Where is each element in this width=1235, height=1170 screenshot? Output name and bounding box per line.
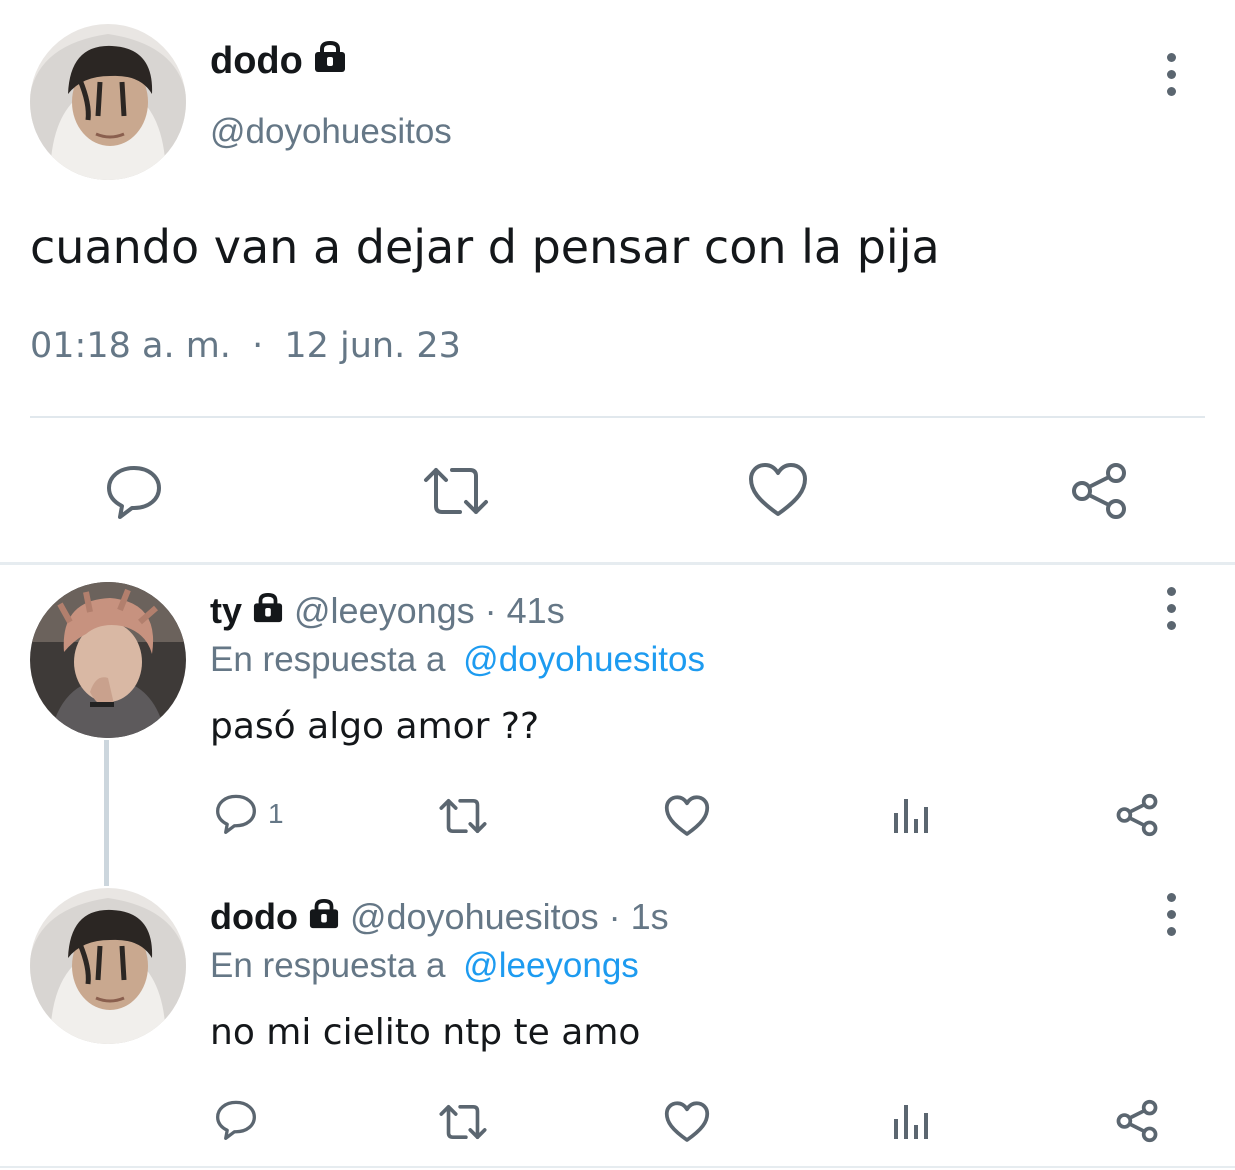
like-button[interactable] — [748, 462, 808, 518]
share-button[interactable] — [1068, 460, 1130, 522]
meta-separator: · — [252, 326, 264, 366]
more-vert-icon[interactable] — [1151, 578, 1191, 638]
reply-text: no mi cielito ntp te amo — [210, 1012, 641, 1053]
reply-age: · 41s — [484, 590, 565, 631]
analytics-button[interactable] — [892, 795, 932, 835]
author-handle[interactable]: @doyohuesitos — [210, 112, 452, 152]
like-icon — [664, 1101, 710, 1142]
tweet-meta: 01:18 a. m. · 12 jun. 23 — [30, 326, 461, 366]
lock-icon — [308, 896, 340, 938]
analytics-button[interactable] — [892, 1101, 932, 1141]
reply-header: dodo @doyohuesitos · 1s — [210, 896, 669, 938]
share-icon — [1072, 463, 1126, 519]
reply-author-name: ty — [210, 590, 243, 631]
retweet-icon — [439, 798, 487, 834]
analytics-icon — [894, 799, 928, 833]
reply-prefix: En respuesta a — [210, 946, 446, 985]
lock-icon — [252, 590, 284, 632]
retweet-button[interactable] — [438, 1101, 488, 1143]
like-icon — [664, 795, 710, 836]
reply-context: En respuesta a @leeyongs — [210, 946, 639, 986]
tweet-date: 12 jun. 23 — [284, 326, 461, 366]
reply-icon — [216, 1100, 256, 1140]
retweet-icon — [439, 1104, 487, 1140]
reply-icon — [216, 794, 256, 834]
share-icon — [1116, 793, 1158, 837]
share-button[interactable] — [1114, 792, 1160, 838]
author-name: dodo — [210, 40, 347, 83]
author-name-text: dodo — [210, 40, 303, 82]
section-divider — [0, 562, 1235, 565]
bottom-divider — [0, 1166, 1235, 1168]
reply-context: En respuesta a @doyohuesitos — [210, 640, 705, 680]
reply-text: pasó algo amor ?? — [210, 706, 540, 747]
tweet-time: 01:18 a. m. — [30, 326, 231, 366]
reply-author-handle[interactable]: @doyohuesitos — [350, 896, 599, 938]
reply-button[interactable] — [214, 1098, 258, 1142]
like-button[interactable] — [664, 795, 710, 837]
more-vert-icon[interactable] — [1151, 884, 1191, 944]
avatar-dodo[interactable] — [30, 24, 186, 180]
tweet-text: cuando van a dejar d pensar con la pija — [30, 220, 940, 274]
divider — [30, 416, 1205, 418]
reply-to-link[interactable]: @leeyongs — [463, 946, 639, 985]
reply-icon — [107, 466, 161, 519]
avatar-dodo[interactable] — [30, 888, 186, 1044]
reply-to-link[interactable]: @doyohuesitos — [463, 640, 705, 679]
thread-line — [104, 740, 109, 886]
like-icon — [749, 463, 807, 516]
like-button[interactable] — [664, 1101, 710, 1143]
share-button[interactable] — [1114, 1098, 1160, 1144]
retweet-button[interactable] — [422, 462, 490, 520]
lock-icon — [313, 40, 347, 83]
avatar-ty[interactable] — [30, 582, 186, 738]
reply-button[interactable] — [104, 462, 164, 522]
reply-header: ty @leeyongs · 41s — [210, 590, 565, 632]
reply-age: · 1s — [608, 896, 669, 937]
share-icon — [1116, 1099, 1158, 1143]
retweet-icon — [424, 468, 488, 514]
reply-author-handle[interactable]: @leeyongs — [294, 590, 475, 632]
reply-count: 1 — [268, 798, 284, 829]
retweet-button[interactable] — [438, 795, 488, 837]
analytics-icon — [894, 1105, 928, 1139]
more-vert-icon[interactable] — [1151, 44, 1191, 104]
reply-prefix: En respuesta a — [210, 640, 446, 679]
reply-author-name: dodo — [210, 896, 298, 937]
reply-button[interactable]: 1 — [214, 792, 284, 836]
